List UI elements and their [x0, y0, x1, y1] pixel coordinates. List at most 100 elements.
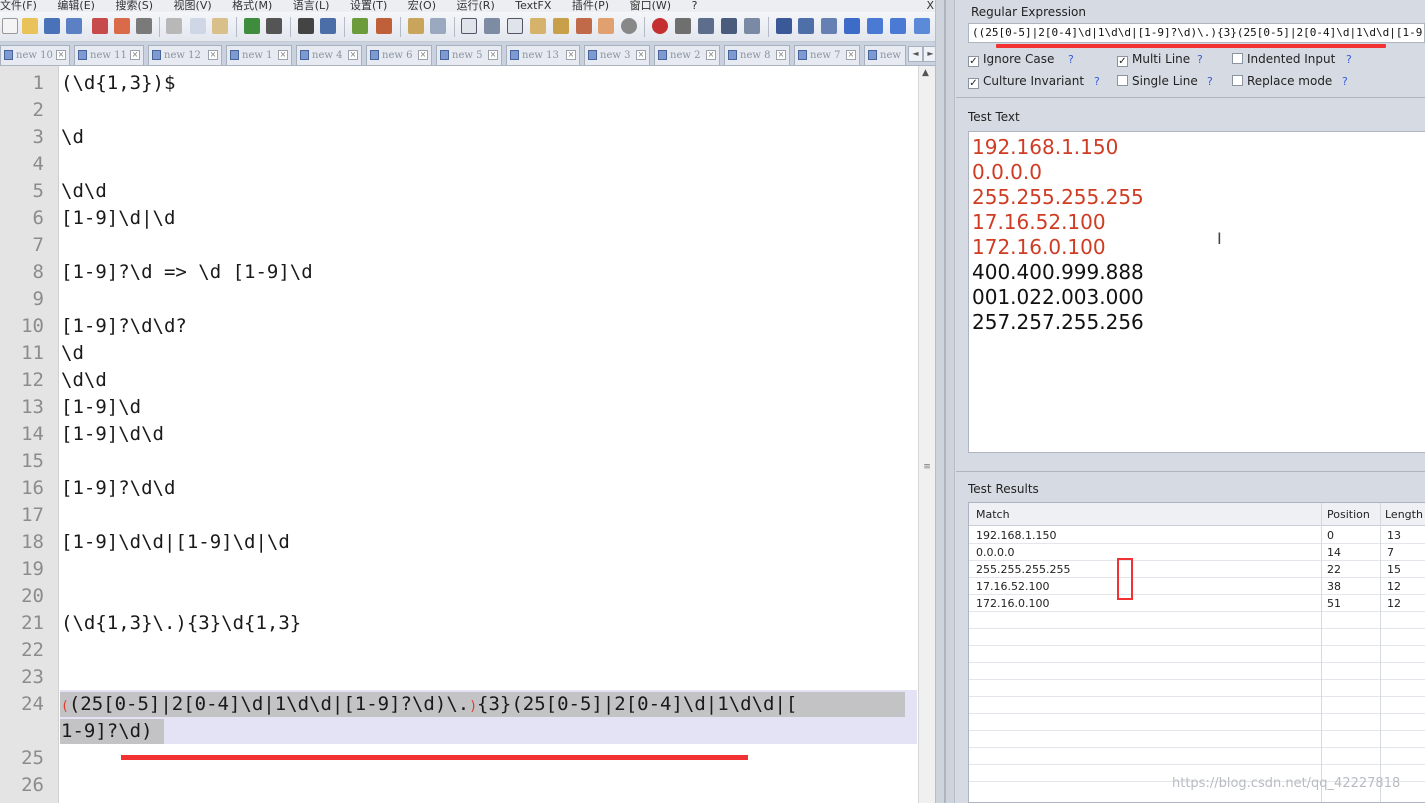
single-line-option[interactable]: Single Line — [1117, 74, 1198, 88]
table-row[interactable]: 0.0.0.0 14 7 — [969, 544, 1425, 561]
help-icon[interactable]: ? — [1197, 53, 1203, 66]
help-icon[interactable]: ? — [1068, 53, 1074, 66]
test-text-input[interactable]: 192.168.1.150 0.0.0.0 255.255.255.255 17… — [968, 131, 1425, 453]
tab-new-6[interactable]: new 6 × — [366, 45, 432, 65]
checkbox-unchecked[interactable] — [1232, 53, 1243, 64]
tab-close-icon[interactable]: × — [566, 50, 576, 60]
menu-window[interactable]: 窗口(W) — [630, 0, 671, 12]
column-header-match[interactable]: Match — [976, 508, 1010, 521]
play-macro-icon[interactable] — [698, 18, 714, 34]
tab-new-4[interactable]: new 4 × — [296, 45, 362, 65]
menu-plugins[interactable]: 插件(P) — [572, 0, 609, 12]
indent-guide-icon[interactable] — [507, 18, 523, 34]
folder-workspace-icon[interactable] — [598, 18, 614, 34]
menu-edit[interactable]: 编辑(E) — [57, 0, 95, 12]
language-icon[interactable] — [530, 18, 546, 34]
table-row[interactable]: 17.16.52.100 38 12 — [969, 578, 1425, 595]
tab-new-7[interactable]: new 7 × — [794, 45, 860, 65]
scroll-grip-icon[interactable]: ≡ — [922, 462, 932, 472]
tab-close-icon[interactable]: × — [636, 50, 646, 60]
plugin-c-icon[interactable] — [821, 18, 837, 34]
tab-scroll-left-icon[interactable]: ◄ — [908, 46, 923, 62]
table-row[interactable]: 255.255.255.255 22 15 — [969, 561, 1425, 578]
tab-close-icon[interactable]: × — [130, 50, 140, 60]
record-macro-icon[interactable] — [652, 18, 668, 34]
cut-icon[interactable] — [166, 18, 182, 34]
column-header-length[interactable]: Length — [1385, 508, 1423, 521]
run-macro-multiple-icon[interactable] — [721, 18, 737, 34]
tab-close-icon[interactable]: × — [418, 50, 428, 60]
tab-new-3[interactable]: new 3 × — [584, 45, 650, 65]
multi-line-option[interactable]: ✓ Multi Line — [1117, 52, 1190, 67]
close-all-icon[interactable] — [114, 18, 130, 34]
function-list-icon[interactable] — [576, 18, 592, 34]
pane-splitter[interactable] — [935, 0, 955, 803]
tab-new-1[interactable]: new 1 × — [226, 45, 292, 65]
tab-close-icon[interactable]: × — [208, 50, 218, 60]
menu-search[interactable]: 搜索(S) — [115, 0, 153, 12]
copy-icon[interactable] — [190, 18, 206, 34]
find-icon[interactable] — [298, 18, 314, 34]
close-file-icon[interactable] — [92, 18, 108, 34]
plugin-b-icon[interactable] — [798, 18, 814, 34]
sync-horizontal-icon[interactable] — [430, 18, 446, 34]
tab-close-icon[interactable]: × — [846, 50, 856, 60]
doc-map-icon[interactable] — [553, 18, 569, 34]
vertical-scrollbar[interactable]: ▲ ≡ — [918, 66, 935, 803]
menu-settings[interactable]: 设置(T) — [350, 0, 387, 12]
save-icon[interactable] — [44, 18, 60, 34]
table-row[interactable]: 172.16.0.100 51 12 — [969, 595, 1425, 612]
ignore-case-option[interactable]: ✓ Ignore Case — [968, 52, 1054, 67]
redo-icon[interactable] — [266, 18, 282, 34]
tab-close-icon[interactable]: × — [776, 50, 786, 60]
checkbox-checked[interactable]: ✓ — [1117, 56, 1128, 67]
column-header-position[interactable]: Position — [1327, 508, 1370, 521]
culture-invariant-option[interactable]: ✓ Culture Invariant — [968, 74, 1084, 89]
menu-textfx[interactable]: TextFX — [515, 0, 551, 12]
menu-macro[interactable]: 宏(O) — [408, 0, 436, 12]
checkbox-checked[interactable]: ✓ — [968, 56, 979, 67]
checkbox-unchecked[interactable] — [1232, 75, 1243, 86]
table-row[interactable]: 192.168.1.150 0 13 — [969, 527, 1425, 544]
zoom-out-icon[interactable] — [376, 18, 392, 34]
menu-run[interactable]: 运行(R) — [457, 0, 495, 12]
word-wrap-icon[interactable] — [461, 18, 477, 34]
menu-language[interactable]: 语言(L) — [293, 0, 330, 12]
regex-input[interactable]: ((25[0-5]|2[0-4]\d|1\d\d|[1-9]?\d)\.){3}… — [968, 23, 1425, 43]
tab-new-10[interactable]: new 10 × — [0, 45, 70, 65]
close-document-button[interactable]: X — [926, 0, 934, 12]
menu-view[interactable]: 视图(V) — [174, 0, 212, 12]
stop-macro-icon[interactable] — [675, 18, 691, 34]
tab-new-12[interactable]: new 12 × — [148, 45, 222, 65]
sync-vertical-icon[interactable] — [408, 18, 424, 34]
undo-icon[interactable] — [244, 18, 260, 34]
zoom-in-icon[interactable] — [352, 18, 368, 34]
tab-new-2[interactable]: new 2 × — [654, 45, 720, 65]
tab-new-partial[interactable]: new — [864, 45, 906, 65]
paste-icon[interactable] — [212, 18, 228, 34]
triangle-up-icon[interactable] — [867, 18, 883, 34]
tab-new-11[interactable]: new 11 × — [74, 45, 144, 65]
tab-new-5[interactable]: new 5 × — [436, 45, 502, 65]
plugin-e-icon[interactable] — [914, 18, 930, 34]
indented-input-option[interactable]: Indented Input — [1232, 52, 1335, 66]
replace-icon[interactable] — [320, 18, 336, 34]
save-macro-icon[interactable] — [744, 18, 760, 34]
tab-close-icon[interactable]: × — [706, 50, 716, 60]
tab-close-icon[interactable]: × — [348, 50, 358, 60]
tab-close-icon[interactable]: × — [56, 50, 66, 60]
checkbox-checked[interactable]: ✓ — [968, 78, 979, 89]
plugin-d-icon[interactable] — [844, 18, 860, 34]
checkbox-unchecked[interactable] — [1117, 75, 1128, 86]
triangle-down-icon[interactable] — [890, 18, 906, 34]
help-icon[interactable]: ? — [1342, 75, 1348, 88]
tab-close-icon[interactable]: × — [488, 50, 498, 60]
tab-close-icon[interactable]: × — [278, 50, 288, 60]
help-icon[interactable]: ? — [1207, 75, 1213, 88]
menu-help[interactable]: ? — [692, 0, 698, 12]
menu-file[interactable]: 文件(F) — [0, 0, 37, 12]
save-all-icon[interactable] — [66, 18, 82, 34]
help-icon[interactable]: ? — [1094, 75, 1100, 88]
replace-mode-option[interactable]: Replace mode — [1232, 74, 1332, 88]
plugin-a-icon[interactable] — [776, 18, 792, 34]
